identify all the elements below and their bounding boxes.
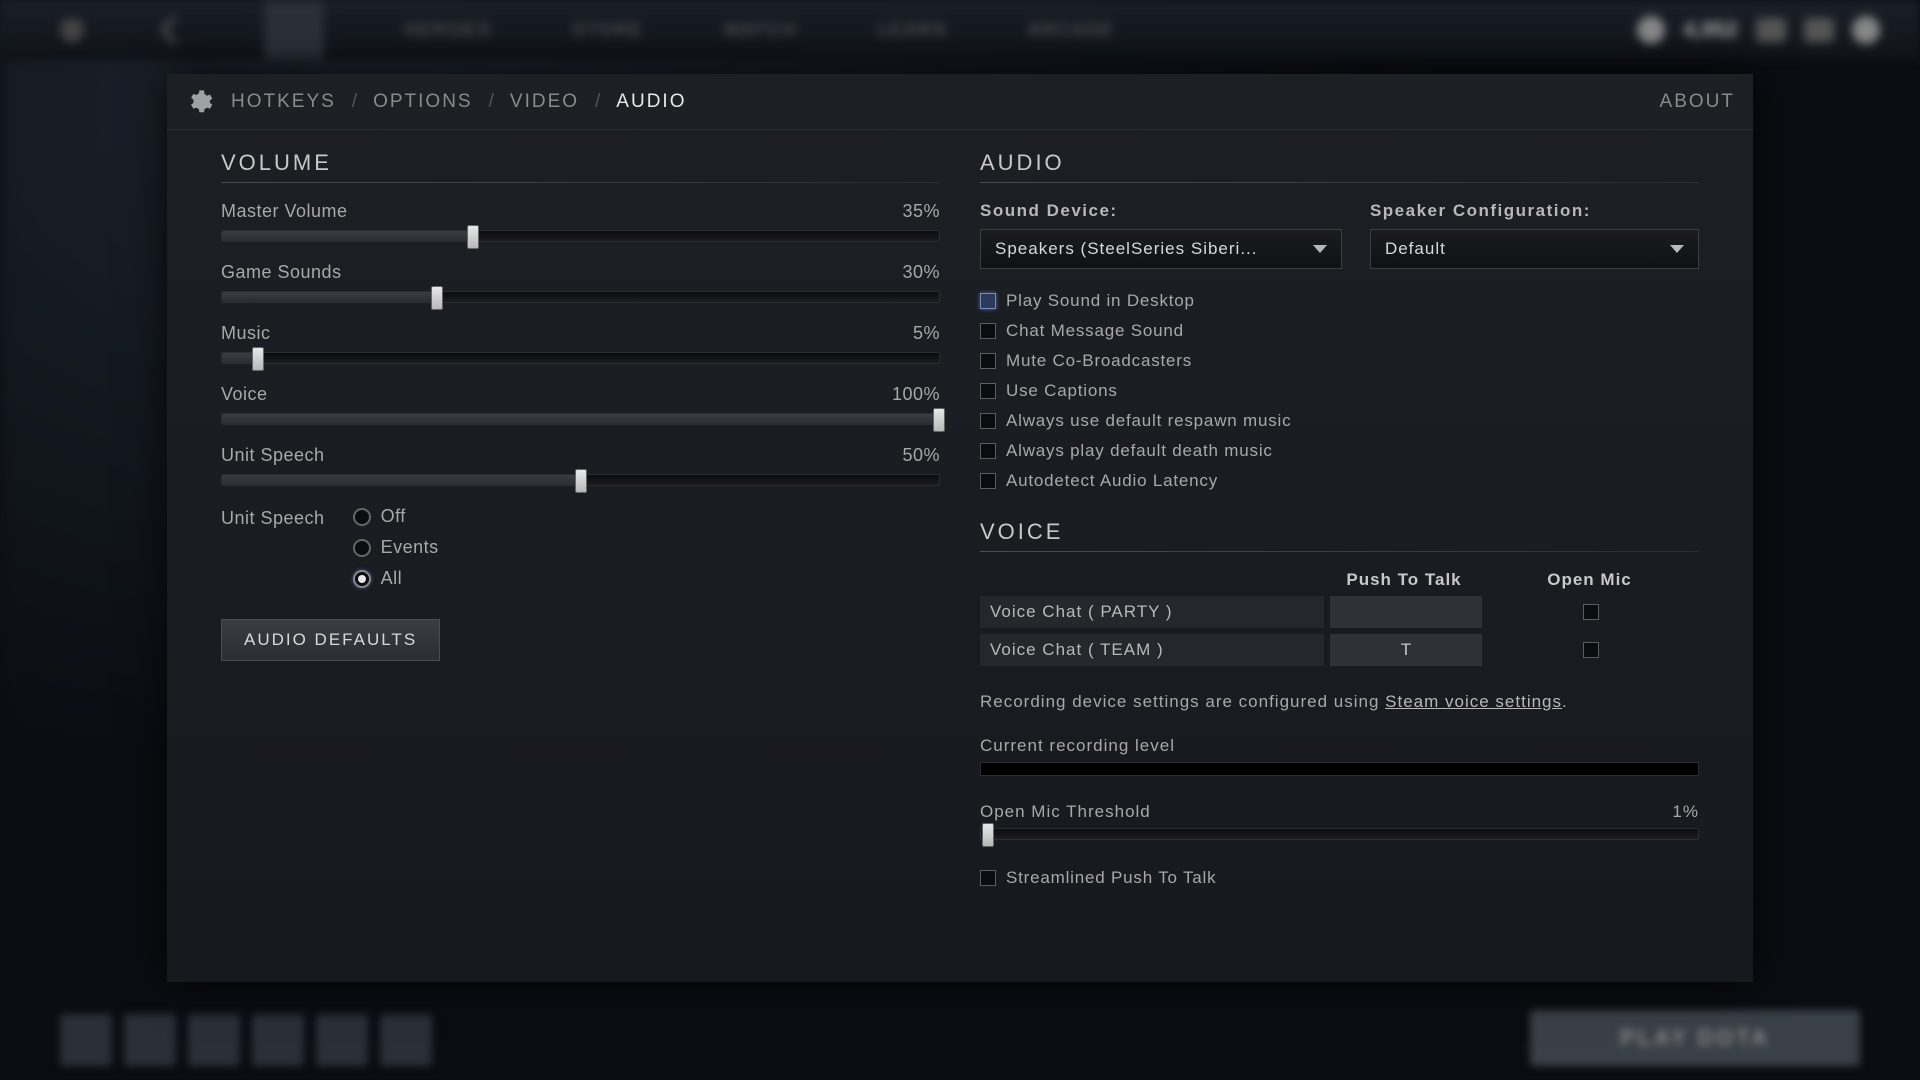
- checkbox-icon: [980, 443, 996, 459]
- voice-title: VOICE: [980, 519, 1699, 545]
- volume-slider-1[interactable]: [221, 291, 940, 303]
- checkbox-icon: [980, 473, 996, 489]
- chevron-down-icon: [1313, 245, 1327, 253]
- radio-label: Events: [381, 537, 439, 558]
- checkbox-icon: [980, 413, 996, 429]
- audio-title: AUDIO: [980, 150, 1699, 176]
- tab-video[interactable]: VIDEO: [510, 91, 579, 113]
- audio-check-1[interactable]: Chat Message Sound: [980, 321, 1699, 341]
- open-mic-threshold-slider[interactable]: [980, 828, 1699, 840]
- audio-check-0[interactable]: Play Sound in Desktop: [980, 291, 1699, 311]
- checkbox-label: Autodetect Audio Latency: [1006, 471, 1218, 491]
- voice-row-label: Voice Chat ( PARTY ): [980, 596, 1324, 628]
- checkbox-label: Mute Co-Broadcasters: [1006, 351, 1192, 371]
- voice-row-label: Voice Chat ( TEAM ): [980, 634, 1324, 666]
- volume-title: VOLUME: [221, 150, 940, 176]
- sound-device-label: Sound Device:: [980, 201, 1342, 221]
- volume-slider-0[interactable]: [221, 230, 940, 242]
- open-mic-threshold-value: 1%: [1672, 802, 1699, 822]
- tab-separator: /: [489, 91, 494, 113]
- unit-speech-radio-events[interactable]: Events: [353, 537, 439, 558]
- slider-value: 50%: [902, 445, 940, 466]
- recording-level-label: Current recording level: [980, 736, 1699, 756]
- radio-icon: [353, 570, 371, 588]
- voice-ptt-key-1[interactable]: T: [1330, 634, 1482, 666]
- slider-label: Game Sounds: [221, 262, 342, 283]
- slider-thumb[interactable]: [252, 347, 264, 371]
- slider-label: Music: [221, 323, 271, 344]
- speaker-config-select[interactable]: Default: [1370, 229, 1699, 269]
- slider-thumb[interactable]: [933, 408, 945, 432]
- unit-speech-radio-off[interactable]: Off: [353, 506, 439, 527]
- volume-slider-4[interactable]: [221, 474, 940, 486]
- sound-device-select[interactable]: Speakers (SteelSeries Siberi...: [980, 229, 1342, 269]
- unit-speech-label: Unit Speech: [221, 506, 325, 589]
- voice-openmic-checkbox-1[interactable]: [1583, 642, 1599, 658]
- tab-separator: /: [595, 91, 600, 113]
- sound-device-value: Speakers (SteelSeries Siberi...: [995, 239, 1258, 259]
- checkbox-label: Always play default death music: [1006, 441, 1273, 461]
- slider-label: Voice: [221, 384, 268, 405]
- checkbox-label: Chat Message Sound: [1006, 321, 1184, 341]
- tab-options[interactable]: OPTIONS: [373, 91, 473, 113]
- checkbox-icon: [980, 323, 996, 339]
- audio-check-5[interactable]: Always play default death music: [980, 441, 1699, 461]
- slider-thumb[interactable]: [575, 469, 587, 493]
- audio-check-6[interactable]: Autodetect Audio Latency: [980, 471, 1699, 491]
- recording-note: Recording device settings are configured…: [980, 692, 1699, 712]
- open-mic-threshold-label: Open Mic Threshold: [980, 802, 1151, 822]
- checkbox-icon: [980, 383, 996, 399]
- audio-check-4[interactable]: Always use default respawn music: [980, 411, 1699, 431]
- voice-col-openmic: Open Mic: [1480, 570, 1699, 590]
- slider-value: 100%: [892, 384, 940, 405]
- slider-thumb[interactable]: [431, 286, 443, 310]
- radio-label: All: [381, 568, 403, 589]
- slider-label: Master Volume: [221, 201, 348, 222]
- chevron-down-icon: [1670, 245, 1684, 253]
- checkbox-icon: [980, 293, 996, 309]
- slider-value: 35%: [902, 201, 940, 222]
- voice-openmic-checkbox-0[interactable]: [1583, 604, 1599, 620]
- speaker-config-value: Default: [1385, 239, 1446, 259]
- streamlined-ptt-checkbox[interactable]: [980, 870, 996, 886]
- tab-hotkeys[interactable]: HOTKEYS: [231, 91, 336, 113]
- streamlined-ptt-label: Streamlined Push To Talk: [1006, 868, 1216, 888]
- checkbox-label: Use Captions: [1006, 381, 1118, 401]
- tab-separator: /: [352, 91, 357, 113]
- volume-slider-3[interactable]: [221, 413, 940, 425]
- checkbox-label: Play Sound in Desktop: [1006, 291, 1195, 311]
- steam-voice-settings-link[interactable]: Steam voice settings: [1385, 692, 1562, 711]
- slider-thumb[interactable]: [982, 823, 994, 847]
- recording-level-meter: [980, 762, 1699, 776]
- slider-thumb[interactable]: [467, 225, 479, 249]
- speaker-config-label: Speaker Configuration:: [1370, 201, 1699, 221]
- checkbox-label: Always use default respawn music: [1006, 411, 1291, 431]
- tab-about[interactable]: ABOUT: [1660, 91, 1735, 113]
- slider-label: Unit Speech: [221, 445, 325, 466]
- audio-check-2[interactable]: Mute Co-Broadcasters: [980, 351, 1699, 371]
- voice-ptt-key-0[interactable]: [1330, 596, 1482, 628]
- checkbox-icon: [980, 353, 996, 369]
- volume-slider-2[interactable]: [221, 352, 940, 364]
- audio-defaults-button[interactable]: AUDIO DEFAULTS: [221, 619, 440, 661]
- radio-icon: [353, 539, 371, 557]
- radio-label: Off: [381, 506, 406, 527]
- gear-icon: [185, 88, 213, 116]
- radio-icon: [353, 508, 371, 526]
- audio-check-3[interactable]: Use Captions: [980, 381, 1699, 401]
- tab-audio[interactable]: AUDIO: [616, 91, 686, 113]
- slider-value: 5%: [913, 323, 940, 344]
- voice-col-ptt: Push To Talk: [1328, 570, 1480, 590]
- unit-speech-radio-all[interactable]: All: [353, 568, 439, 589]
- slider-value: 30%: [902, 262, 940, 283]
